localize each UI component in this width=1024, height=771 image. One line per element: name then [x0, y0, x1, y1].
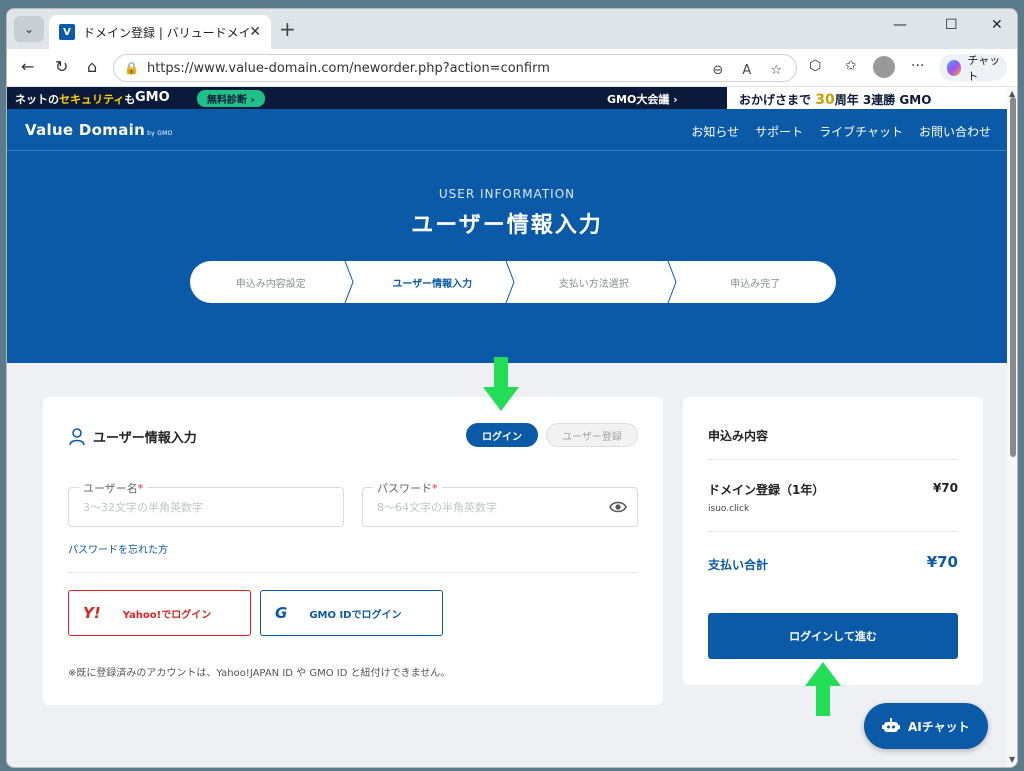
gmo-id-login-label: GMO IDでログイン: [309, 609, 402, 621]
close-icon[interactable]: ✕: [249, 24, 261, 40]
page-scrollbar[interactable]: ▲ ▼: [1007, 87, 1017, 767]
refresh-icon[interactable]: ↻: [55, 57, 68, 76]
divider: [708, 459, 958, 460]
maximize-icon[interactable]: ☐: [945, 17, 958, 33]
robot-icon: [882, 718, 900, 732]
minimize-icon[interactable]: —: [893, 17, 907, 33]
nav-news[interactable]: お知らせ: [691, 123, 739, 140]
step-user-info: ユーザー情報入力: [352, 261, 515, 303]
profile-avatar[interactable]: [873, 56, 895, 78]
banner-anniversary: おかげさまで 30周年 3連勝 GMO: [727, 87, 1007, 109]
copilot-icon: [947, 59, 962, 76]
back-icon[interactable]: ←: [21, 57, 34, 76]
copilot-label: チャット: [967, 53, 1001, 83]
favorite-star-icon[interactable]: ☆: [770, 63, 782, 78]
more-menu-icon[interactable]: ···: [911, 58, 924, 74]
progress-stepper: 申込み内容設定 ユーザー情報入力 支払い方法選択 申込み完了: [190, 261, 836, 303]
banner-gmo-logo: GMO: [135, 90, 170, 105]
login-card-title: ユーザー情報入力: [69, 427, 197, 446]
header-nav: お知らせ サポート ライブチャット お問い合わせ: [691, 123, 991, 140]
value-domain-logo[interactable]: Value Domain by GMO: [25, 121, 173, 139]
read-aloud-icon[interactable]: A: [742, 63, 751, 78]
step-payment-method: 支払い方法選択: [513, 261, 677, 303]
lock-icon: 🔒: [124, 61, 139, 75]
gmo-top-banner[interactable]: ネットのセキュリティも GMO 無料診断 › GMO大会議 › おかげさまで 3…: [7, 87, 1007, 109]
yahoo-logo-icon: Y!: [83, 604, 101, 622]
forgot-password-link[interactable]: パスワードを忘れた方: [68, 541, 168, 556]
tab-actions-button[interactable]: ⌄: [14, 16, 44, 42]
scrollbar-thumb[interactable]: [1010, 97, 1016, 457]
order-summary-card: 申込み内容 ドメイン登録（1年） ¥70 isuo.click 支払い合計 ¥7…: [683, 397, 983, 685]
register-tab-button[interactable]: ユーザー登録: [546, 423, 638, 447]
browser-toolbar: ← ↻ ⌂ 🔒 https://www.value-domain.com/new…: [7, 49, 1017, 87]
user-icon: [69, 427, 85, 445]
step-order-settings: 申込み内容設定: [190, 261, 354, 303]
browser-window: ⌄ V ドメイン登録 | バリュードメイン ✕ + — ☐ ✕ ← ↻ ⌂ 🔒 …: [6, 8, 1018, 768]
ai-chat-button[interactable]: AIチャット: [864, 703, 988, 749]
divider: [68, 572, 638, 573]
gmo-id-login-button[interactable]: G GMO IDでログイン: [260, 590, 443, 636]
login-tab-button[interactable]: ログイン: [466, 423, 538, 447]
summary-domain: isuo.click: [708, 504, 750, 514]
browser-tab[interactable]: V ドメイン登録 | バリュードメイン ✕: [49, 15, 271, 49]
summary-total-value: ¥70: [926, 553, 958, 571]
site-header: Value Domain by GMO お知らせ サポート ライブチャット お問い…: [7, 109, 1007, 151]
tab-title: ドメイン登録 | バリュードメイン: [83, 25, 250, 40]
yahoo-login-button[interactable]: Y! Yahoo!でログイン: [68, 590, 251, 636]
new-tab-icon[interactable]: +: [279, 17, 296, 41]
summary-total-label: 支払い合計: [708, 558, 769, 572]
password-label: パスワード*: [373, 480, 442, 496]
arrow-up-icon: [805, 662, 841, 716]
step-complete: 申込み完了: [730, 278, 781, 290]
url-text: https://www.value-domain.com/neworder.ph…: [146, 60, 550, 76]
summary-item-price: ¥70: [932, 481, 958, 495]
banner-security-text: ネットのセキュリティも: [15, 93, 136, 106]
arrow-down-icon: [483, 357, 519, 411]
nav-support[interactable]: サポート: [755, 123, 803, 140]
username-field[interactable]: ユーザー名*: [68, 480, 344, 527]
login-card: ユーザー情報入力 ログイン ユーザー登録 ユーザー名* パスワード* パスワード…: [43, 397, 663, 705]
extensions-icon[interactable]: ⬡: [809, 58, 821, 74]
nav-contact[interactable]: お問い合わせ: [919, 123, 991, 140]
free-check-link[interactable]: 無料診断 ›: [197, 90, 265, 107]
ai-chat-label: AIチャット: [908, 719, 970, 734]
yahoo-login-label: Yahoo!でログイン: [122, 609, 212, 621]
window-close-icon[interactable]: ✕: [991, 17, 1003, 33]
eye-icon[interactable]: [609, 500, 627, 514]
site-favicon-icon: V: [59, 24, 75, 40]
page-viewport: ネットのセキュリティも GMO 無料診断 › GMO大会議 › おかげさまで 3…: [7, 87, 1007, 767]
hero-subtitle: USER INFORMATION: [438, 187, 576, 201]
scroll-down-icon[interactable]: ▼: [1009, 755, 1015, 764]
gmo-id-logo-icon: G: [275, 604, 288, 622]
hero-section: USER INFORMATION ユーザー情報入力 申込み内容設定 ユーザー情報…: [7, 151, 1007, 363]
favorites-icon[interactable]: ✩: [845, 58, 857, 74]
divider: [708, 531, 958, 532]
username-label: ユーザー名*: [79, 480, 148, 496]
summary-item-name: ドメイン登録（1年）: [708, 483, 825, 497]
chevron-down-icon: ⌄: [23, 22, 35, 36]
gmo-conference-link[interactable]: GMO大会議 ›: [607, 91, 678, 107]
page-title: ユーザー情報入力: [411, 213, 603, 238]
summary-title: 申込み内容: [708, 429, 769, 443]
zoom-icon[interactable]: ⊖: [712, 63, 723, 78]
tab-bar: ⌄ V ドメイン登録 | バリュードメイン ✕ + — ☐ ✕: [7, 9, 1017, 49]
login-and-proceed-button[interactable]: ログインして進む: [708, 613, 958, 659]
address-bar[interactable]: 🔒 https://www.value-domain.com/neworder.…: [113, 54, 797, 82]
copilot-button[interactable]: チャット: [939, 53, 1007, 83]
nav-live-chat[interactable]: ライブチャット: [819, 123, 903, 140]
password-field[interactable]: パスワード*: [362, 480, 638, 527]
home-icon[interactable]: ⌂: [87, 57, 97, 76]
account-link-note: ※既に登録済みのアカウントは、Yahoo!JAPAN ID や GMO ID と…: [68, 668, 451, 679]
